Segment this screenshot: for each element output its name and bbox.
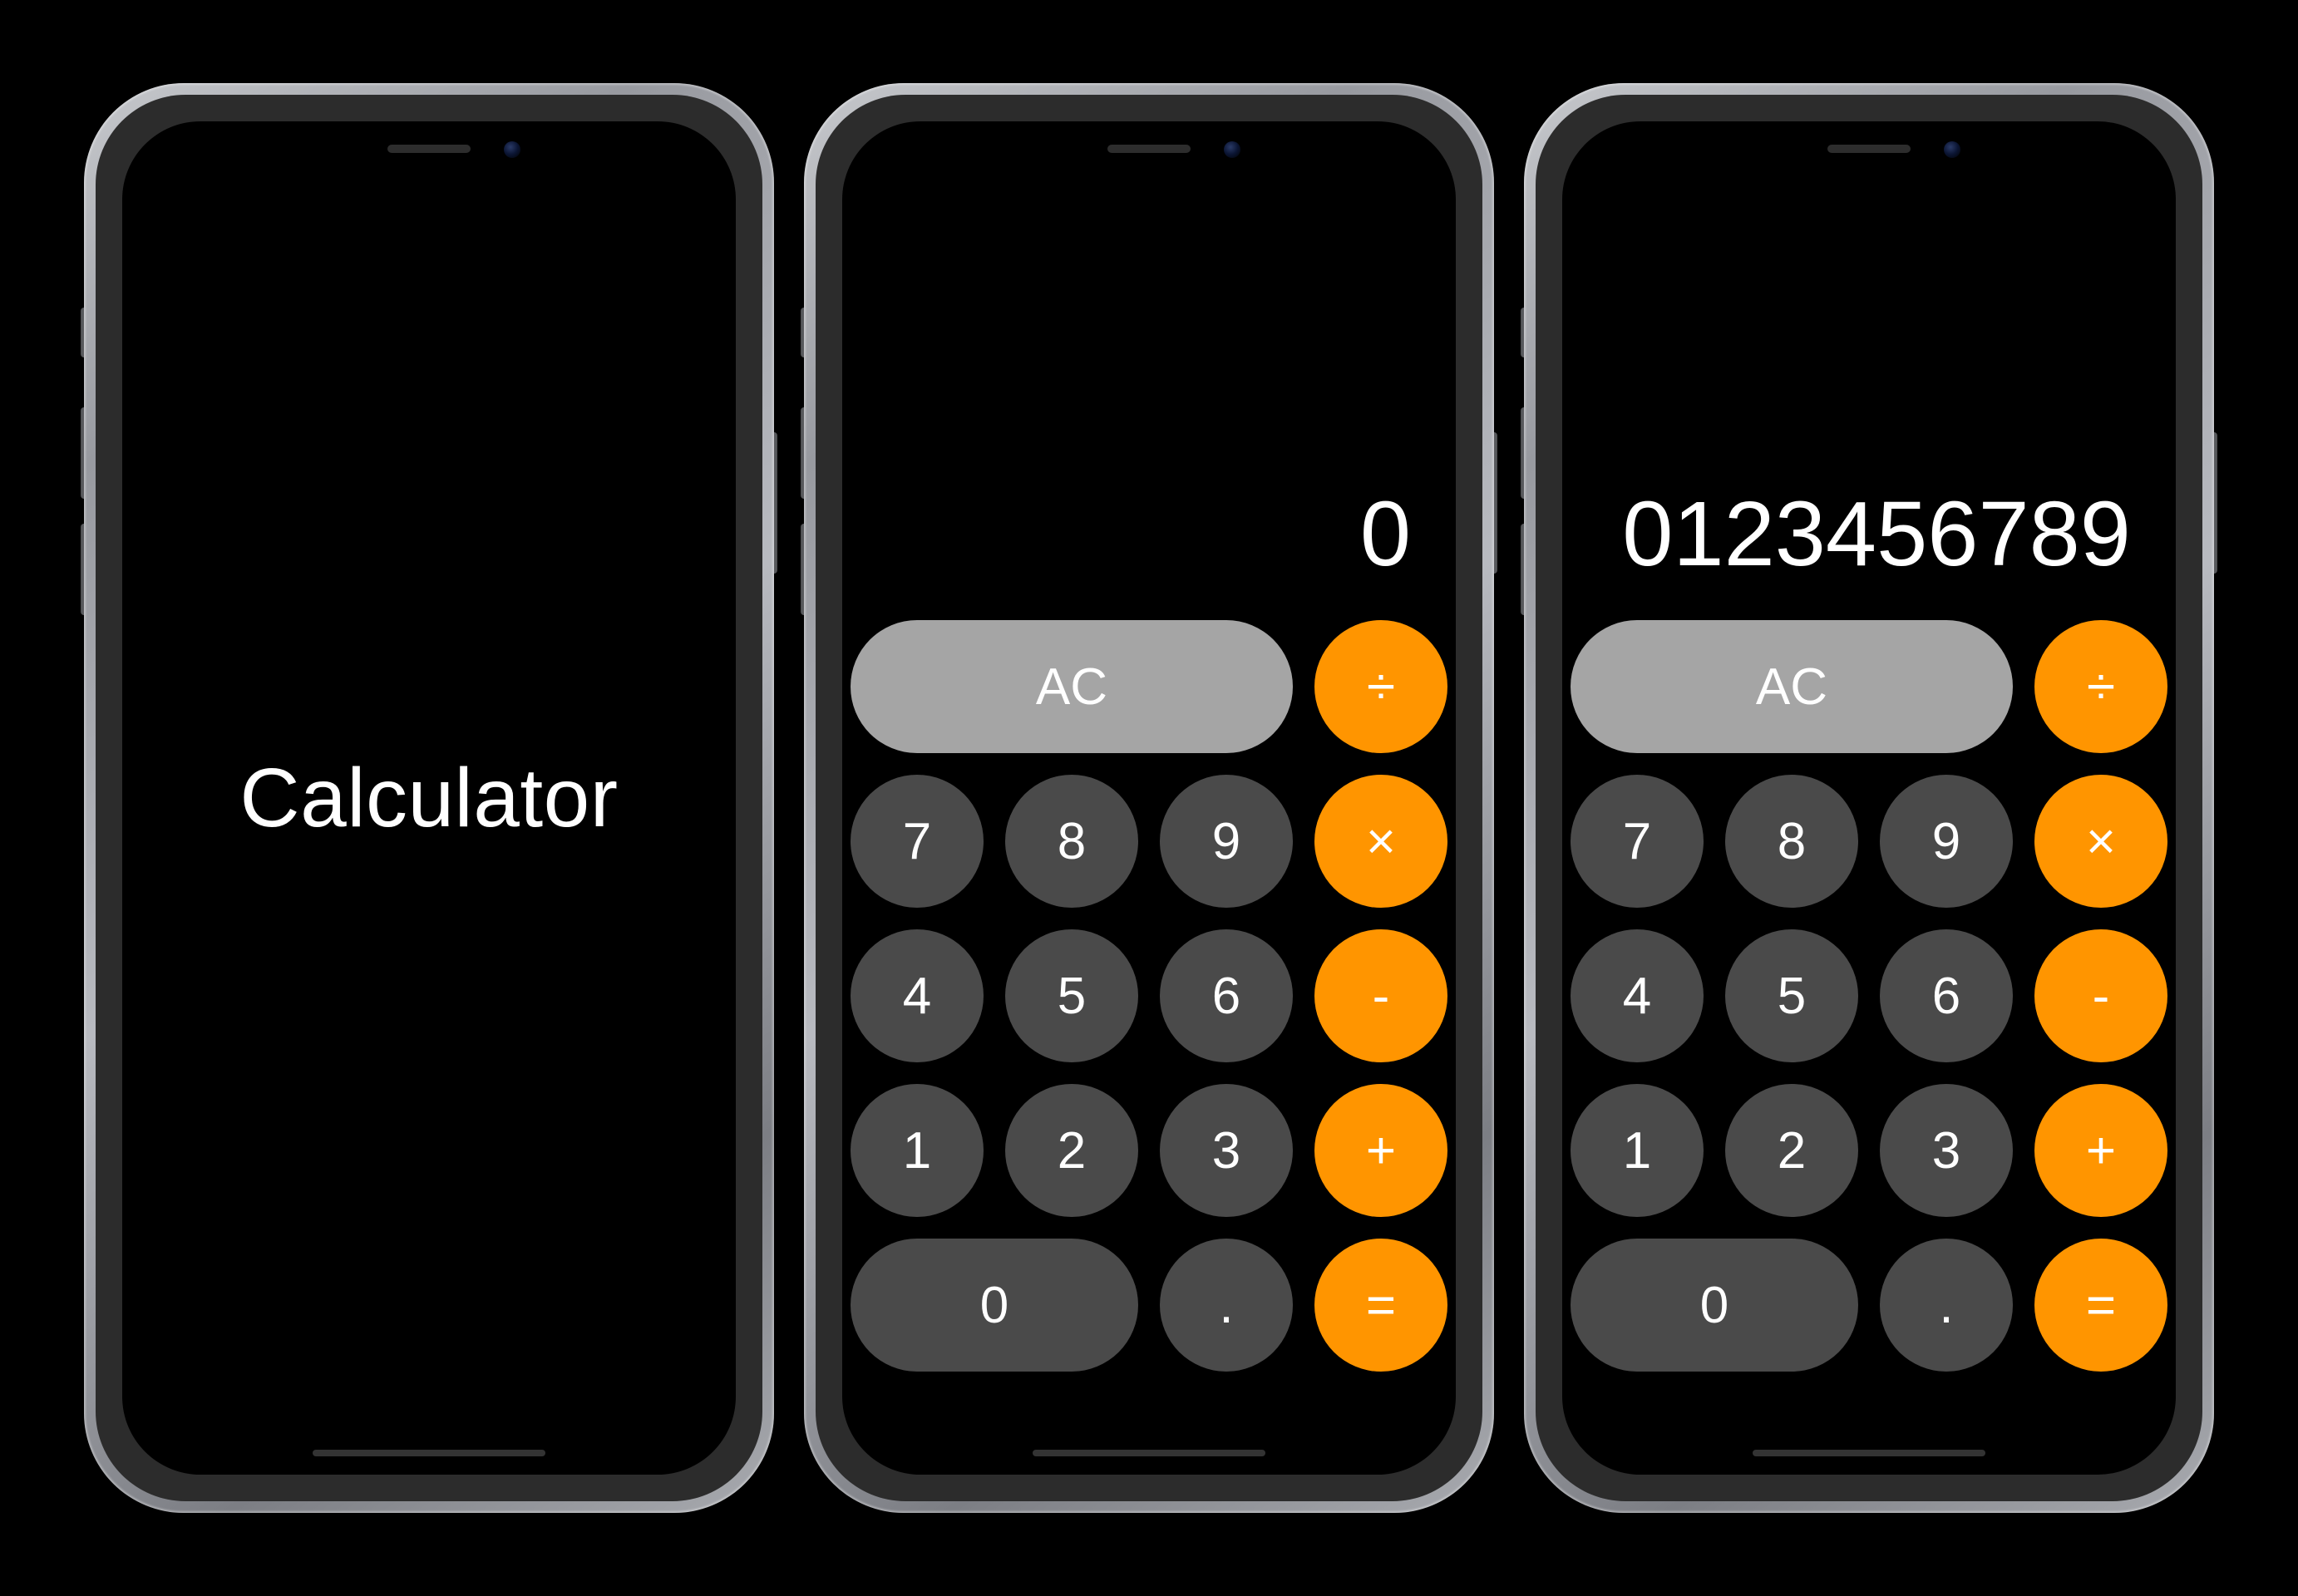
equals-button[interactable]: = <box>2034 1239 2167 1372</box>
speaker-icon <box>387 145 471 153</box>
digit-8-button[interactable]: 8 <box>1725 775 1858 908</box>
phone-splash: Calculator <box>84 83 774 1513</box>
notch <box>279 121 579 165</box>
speaker-icon <box>1827 145 1911 153</box>
notch <box>1719 121 2019 165</box>
home-indicator[interactable] <box>313 1450 545 1456</box>
front-camera-icon <box>504 141 520 158</box>
digit-5-button[interactable]: 5 <box>1005 929 1138 1062</box>
calculator-display: 0 <box>842 121 1456 620</box>
digit-3-button[interactable]: 3 <box>1880 1084 2013 1217</box>
front-camera-icon <box>1944 141 1960 158</box>
decimal-button[interactable]: . <box>1880 1239 2013 1372</box>
digit-9-button[interactable]: 9 <box>1880 775 2013 908</box>
home-indicator[interactable] <box>1033 1450 1265 1456</box>
front-camera-icon <box>1224 141 1240 158</box>
digit-6-button[interactable]: 6 <box>1160 929 1293 1062</box>
decimal-button[interactable]: . <box>1160 1239 1293 1372</box>
minus-button[interactable]: - <box>1314 929 1447 1062</box>
phone-calculator-a: 0 AC ÷ 7 8 9 × 4 5 6 - 1 2 3 + 0 <box>804 83 1494 1513</box>
splash-screen: Calculator <box>122 121 736 1475</box>
digit-1-button[interactable]: 1 <box>1571 1084 1704 1217</box>
phone-screen: 0123456789 AC ÷ 7 8 9 × 4 5 6 - 1 2 3 + <box>1562 121 2176 1475</box>
digit-7-button[interactable]: 7 <box>1571 775 1704 908</box>
home-indicator[interactable] <box>1753 1450 1985 1456</box>
phone-bezel: Calculator <box>96 95 762 1501</box>
digit-2-button[interactable]: 2 <box>1725 1084 1858 1217</box>
clear-button[interactable]: AC <box>1571 620 2013 753</box>
digit-5-button[interactable]: 5 <box>1725 929 1858 1062</box>
phone-frame: Calculator <box>84 83 774 1513</box>
phone-bezel: 0123456789 AC ÷ 7 8 9 × 4 5 6 - 1 2 3 + <box>1536 95 2202 1501</box>
phone-frame: 0123456789 AC ÷ 7 8 9 × 4 5 6 - 1 2 3 + <box>1524 83 2214 1513</box>
multiply-button[interactable]: × <box>1314 775 1447 908</box>
plus-button[interactable]: + <box>2034 1084 2167 1217</box>
equals-button[interactable]: = <box>1314 1239 1447 1372</box>
calculator-keypad: AC ÷ 7 8 9 × 4 5 6 - 1 2 3 + 0 . = <box>1562 620 2176 1438</box>
phone-screen: 0 AC ÷ 7 8 9 × 4 5 6 - 1 2 3 + 0 <box>842 121 1456 1475</box>
digit-3-button[interactable]: 3 <box>1160 1084 1293 1217</box>
digit-0-button[interactable]: 0 <box>1571 1239 1858 1372</box>
digit-8-button[interactable]: 8 <box>1005 775 1138 908</box>
plus-button[interactable]: + <box>1314 1084 1447 1217</box>
minus-button[interactable]: - <box>2034 929 2167 1062</box>
digit-7-button[interactable]: 7 <box>851 775 984 908</box>
digit-6-button[interactable]: 6 <box>1880 929 2013 1062</box>
digit-2-button[interactable]: 2 <box>1005 1084 1138 1217</box>
phone-frame: 0 AC ÷ 7 8 9 × 4 5 6 - 1 2 3 + 0 <box>804 83 1494 1513</box>
calculator-keypad: AC ÷ 7 8 9 × 4 5 6 - 1 2 3 + 0 . = <box>842 620 1456 1438</box>
phone-screen: Calculator <box>122 121 736 1475</box>
divide-button[interactable]: ÷ <box>2034 620 2167 753</box>
digit-9-button[interactable]: 9 <box>1160 775 1293 908</box>
notch <box>999 121 1299 165</box>
speaker-icon <box>1107 145 1191 153</box>
digit-1-button[interactable]: 1 <box>851 1084 984 1217</box>
divide-button[interactable]: ÷ <box>1314 620 1447 753</box>
digit-0-button[interactable]: 0 <box>851 1239 1138 1372</box>
digit-4-button[interactable]: 4 <box>851 929 984 1062</box>
app-title: Calculator <box>239 751 618 846</box>
multiply-button[interactable]: × <box>2034 775 2167 908</box>
digit-4-button[interactable]: 4 <box>1571 929 1704 1062</box>
calculator-display: 0123456789 <box>1562 121 2176 620</box>
clear-button[interactable]: AC <box>851 620 1293 753</box>
phone-bezel: 0 AC ÷ 7 8 9 × 4 5 6 - 1 2 3 + 0 <box>816 95 1482 1501</box>
phone-calculator-b: 0123456789 AC ÷ 7 8 9 × 4 5 6 - 1 2 3 + <box>1524 83 2214 1513</box>
